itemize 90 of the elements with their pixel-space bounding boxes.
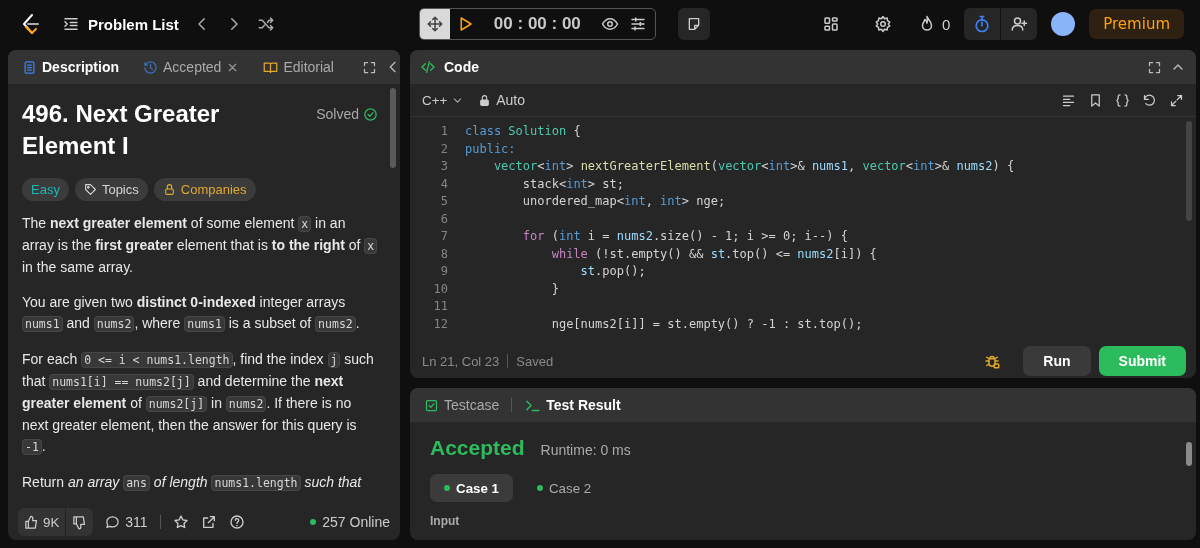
panel-tab[interactable]: Editorial (259, 57, 338, 77)
scrollbar[interactable] (390, 88, 396, 168)
runtime: Runtime: 0 ms (540, 442, 631, 458)
online-dot (310, 519, 317, 525)
streak-count: 0 (941, 15, 951, 33)
book-icon (263, 59, 279, 75)
eye-icon[interactable] (600, 15, 619, 33)
line-number: 3 (439, 158, 448, 175)
cursor-position: Ln 21, Col 23 (422, 353, 500, 369)
fullscreen-icon[interactable] (362, 59, 377, 75)
line-number: 7 (439, 228, 448, 245)
thumbs-down-icon (72, 514, 88, 530)
tag-chip[interactable]: Topics (74, 178, 148, 201)
scrollbar[interactable] (1186, 121, 1192, 221)
panel-tab[interactable]: Testcase (420, 395, 504, 415)
help-icon[interactable] (228, 514, 245, 530)
scrollbar[interactable] (1186, 442, 1192, 466)
add-user-icon (1010, 15, 1029, 33)
verdict: Accepted (430, 436, 525, 460)
mode-label: Auto (496, 92, 525, 108)
line-number: 2 (439, 140, 448, 158)
share-icon[interactable] (200, 514, 217, 530)
timer-display: 00 : 00 : 00 (493, 14, 581, 34)
panel-tab[interactable]: Test Result (520, 394, 625, 416)
code-line: unordered_map<int, int> nge; (521, 193, 726, 210)
comments-button[interactable]: 311 (105, 514, 148, 530)
tag-chip[interactable]: Companies (153, 178, 256, 201)
braces-icon[interactable] (1115, 92, 1130, 108)
solved-status: Solved (316, 106, 359, 122)
code-line: class Solution { (465, 123, 581, 140)
save-status: Saved (516, 353, 554, 369)
sliders-icon[interactable] (628, 15, 647, 33)
thumbs-up-icon (24, 514, 39, 530)
bookmark-icon[interactable] (1088, 92, 1103, 108)
tag-chip[interactable]: Easy (22, 178, 69, 201)
line-number: 11 (432, 298, 448, 315)
line-number: 4 (439, 175, 448, 193)
settings-icon[interactable] (873, 15, 892, 33)
line-number: 1 (439, 123, 448, 140)
code-line: nge[nums2[i]] = st.empty() ? -1 : st.top(); (550, 315, 863, 333)
code-line: st.pop(); (579, 263, 646, 280)
layout-icon[interactable] (821, 15, 840, 33)
lock-icon (478, 93, 492, 107)
code-line: stack<int> st; (521, 175, 624, 193)
code-line: vector<int> nextGreaterElement(vector<int>& nums1, vector<int>& nums2) { (492, 158, 1015, 175)
language-select[interactable]: C++ (422, 92, 465, 108)
check-circle-icon (363, 106, 378, 122)
description-paragraph: You are given two distinct 0-indexed integer arrays nums1 and nums2 , where nums1 is a subset of nums2 . (22, 293, 361, 334)
line-number: 10 (432, 280, 448, 298)
line-number: 12 (432, 315, 448, 333)
problem-list-link[interactable]: Problem List (62, 15, 179, 33)
panel-tab[interactable]: Description (18, 57, 123, 77)
code-line: for (int i = nums2.size() - 1; i >= 0; i--) { (521, 228, 848, 245)
line-number: 5 (439, 193, 448, 210)
lock-icon (162, 183, 176, 196)
premium-button[interactable]: Premium (1089, 9, 1184, 39)
avatar[interactable] (1051, 12, 1076, 36)
description-paragraph: For each 0 <= i < nums1.length , find the index j such that nums1[i] == nums2[j] and determine the next greater element of nums2[j] in nums2 . If there is no next greater element, then the answer for this query is -1 . (22, 350, 375, 457)
fullscreen-icon[interactable] (1147, 59, 1162, 75)
shuffle-icon[interactable] (256, 15, 275, 33)
expand-icon[interactable] (1169, 92, 1184, 108)
undo-icon[interactable] (1142, 92, 1157, 108)
star-icon[interactable] (172, 514, 189, 530)
checkbox-icon (424, 397, 439, 413)
notes-button[interactable] (677, 8, 710, 40)
case-tab[interactable]: Case 1 (430, 474, 513, 502)
chat-icon (105, 514, 121, 530)
description-paragraph: Return an array ans of length nums1.length such that (22, 473, 363, 493)
move-handle[interactable] (419, 9, 450, 39)
description-paragraph: The next greater element of some element x in an array is the first greater element that is to the right of x in the same array. (22, 213, 378, 278)
code-line: public: (465, 140, 516, 158)
code-line: while (!st.empty() && st.top() <= nums2[i]) { (550, 245, 877, 263)
format-icon[interactable] (1061, 92, 1076, 108)
line-number: 6 (439, 210, 448, 228)
code-line: } (550, 280, 559, 298)
panel-tab[interactable]: Accepted (139, 57, 244, 77)
input-label: Input (430, 514, 461, 528)
panel-title: Code (444, 59, 479, 75)
problem-title: 496. Next Greater Element I (22, 99, 221, 161)
run-button[interactable]: Run (1023, 346, 1091, 376)
list-icon (62, 15, 80, 33)
online-count: 257 Online (322, 514, 390, 530)
move-icon (425, 15, 444, 33)
line-number: 9 (439, 263, 448, 280)
line-number: 8 (439, 245, 448, 263)
case-tab[interactable]: Case 2 (523, 474, 606, 502)
document-icon (22, 59, 37, 75)
tag-icon (83, 183, 97, 196)
code-icon (420, 59, 436, 75)
history-icon (143, 59, 158, 75)
